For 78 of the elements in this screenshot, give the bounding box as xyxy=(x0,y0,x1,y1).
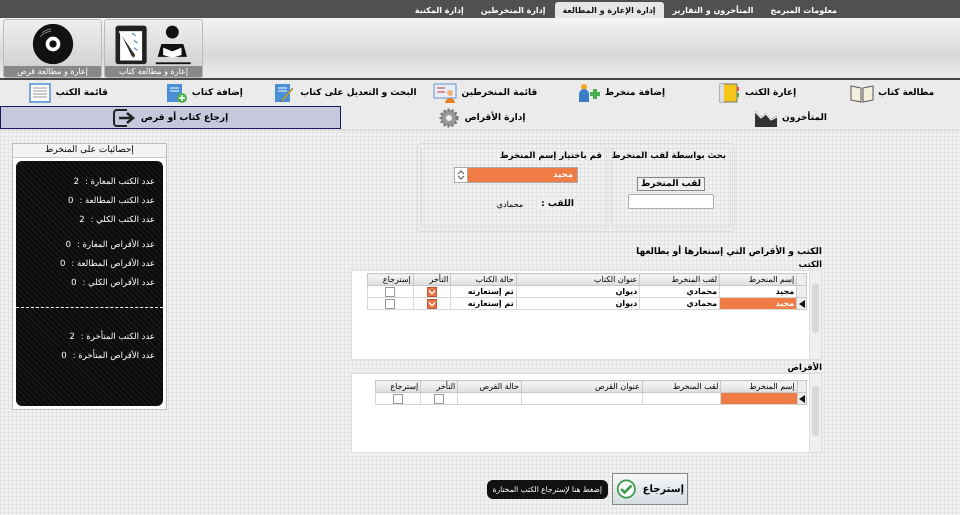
tab[interactable]: إدارة الإعارة و المطالعة xyxy=(554,2,664,18)
notebook-icon xyxy=(717,83,742,103)
column-header[interactable]: التأخر xyxy=(413,274,451,286)
nav-item[interactable]: مطالعة كتاب xyxy=(824,80,960,106)
nav-item[interactable]: إضافة منخرط xyxy=(553,80,689,106)
stat-label: عدد الأقراص المعارة : xyxy=(76,240,155,250)
stat-label: عدد الأقراص المطالعة : xyxy=(71,259,155,269)
stat-value: 0 xyxy=(68,196,74,206)
nav-item[interactable]: قائمة الكتب xyxy=(0,80,136,106)
ribbon-button[interactable]: إعارة و مطالعة كتاب xyxy=(104,19,203,78)
surname-label: اللقب : xyxy=(537,197,578,211)
column-header[interactable]: لقب المنخرط xyxy=(640,274,720,286)
column-header[interactable]: إسترجاع xyxy=(368,274,414,286)
surname-value: محمادي xyxy=(496,200,524,208)
nav-item[interactable]: قائمة المنخرطين xyxy=(418,80,554,106)
column-header[interactable]: عنوان الكتاب xyxy=(516,274,640,286)
stat-label: عدد الكتب المعارة : xyxy=(85,177,155,187)
stat-value: 0 xyxy=(66,240,71,250)
stat-label: عدد الأقراص الكلي : xyxy=(82,278,155,288)
column-header[interactable]: إسم المنخرط xyxy=(720,274,797,286)
exit-arrow-icon xyxy=(112,108,137,128)
stat-value: 0 xyxy=(71,278,77,288)
column-header[interactable]: إسم المنخرط xyxy=(720,380,798,392)
group-title: بحث بواسطة لقب المنخرط xyxy=(612,151,726,161)
nav-item[interactable]: إضافة كتاب xyxy=(136,80,272,106)
table-cell: تم إستعارته xyxy=(450,286,516,298)
column-header[interactable]: التأخر xyxy=(420,380,458,392)
tab[interactable]: إدارة المكتبة xyxy=(406,2,472,18)
table-cell: مجيد xyxy=(720,298,797,310)
late-checkbox[interactable] xyxy=(427,298,438,308)
table-cell: محمادي xyxy=(640,298,720,310)
person-add-icon xyxy=(576,83,601,103)
grid-title: الكتب xyxy=(798,260,822,270)
tab[interactable]: إدارة المنخرطين xyxy=(472,2,554,18)
stat-value: 2 xyxy=(69,332,75,342)
stat-label: عدد الكتب المطالعة : xyxy=(79,196,155,206)
tab[interactable]: المتأخرون و التقارير xyxy=(664,2,762,18)
stat-value: 0 xyxy=(60,259,66,269)
return-checkbox[interactable] xyxy=(385,298,396,308)
list-icon xyxy=(28,83,52,103)
grid-title: الأقراص xyxy=(788,363,822,373)
scrollbar[interactable] xyxy=(809,374,821,452)
return-checkbox[interactable] xyxy=(385,286,396,296)
late-checkbox[interactable] xyxy=(434,394,444,404)
section-title: الكتب و الأقراص التي إستعارها أو يطالعها xyxy=(636,247,822,257)
column-header[interactable]: عنوان القرص xyxy=(521,380,642,392)
ribbon-button[interactable]: إعارة و مطالعة قرص xyxy=(3,19,102,78)
nav-item[interactable]: المتأخرون xyxy=(621,106,960,129)
stat-label: عدد الكتب الكلي : xyxy=(90,215,155,225)
column-header[interactable]: إسترجاع xyxy=(376,380,421,392)
table-cell: تم إستعارته xyxy=(450,298,516,310)
nav-item[interactable]: إرجاع كتاب أو قرص xyxy=(0,106,341,129)
panel-title: إحصائيات على المنخرط xyxy=(13,144,166,158)
stat-label: عدد الكتب المتأخرة : xyxy=(80,332,155,342)
surname-input-field[interactable] xyxy=(628,194,714,209)
open-book-icon xyxy=(850,83,874,103)
scrollbar[interactable] xyxy=(808,271,821,359)
group-title: قم باختيار إسم المنخرط xyxy=(500,151,602,161)
tab[interactable]: معلومات المبرمج xyxy=(762,2,845,18)
late-checkbox[interactable] xyxy=(427,286,438,296)
stat-value: 2 xyxy=(79,215,85,225)
check-icon xyxy=(616,478,637,500)
stat-value: 0 xyxy=(61,351,67,361)
column-header[interactable]: لقب المنخرط xyxy=(642,380,721,392)
stat-value: 2 xyxy=(74,177,80,187)
return-checkbox[interactable] xyxy=(393,394,404,404)
surname-search-button[interactable]: لقب المنخرط xyxy=(636,177,706,191)
table-cell: ديوان xyxy=(516,298,640,310)
column-header[interactable]: حالة القرص xyxy=(458,380,522,392)
table-cell: ديوان xyxy=(516,286,640,298)
return-button[interactable]: إسترجاع xyxy=(612,473,688,505)
table-cell: محمادي xyxy=(640,286,720,298)
people-list-icon xyxy=(433,83,458,103)
column-header[interactable]: حالة الكتاب xyxy=(450,274,516,286)
nav-item[interactable]: إعارة الكتب xyxy=(688,80,824,106)
nav-item[interactable]: إدارة الأقراص xyxy=(341,106,621,129)
nav-item[interactable]: البحث و التعديل على كتاب xyxy=(271,80,418,106)
stat-label: عدد الأقراص المتأخرة : xyxy=(72,351,155,361)
